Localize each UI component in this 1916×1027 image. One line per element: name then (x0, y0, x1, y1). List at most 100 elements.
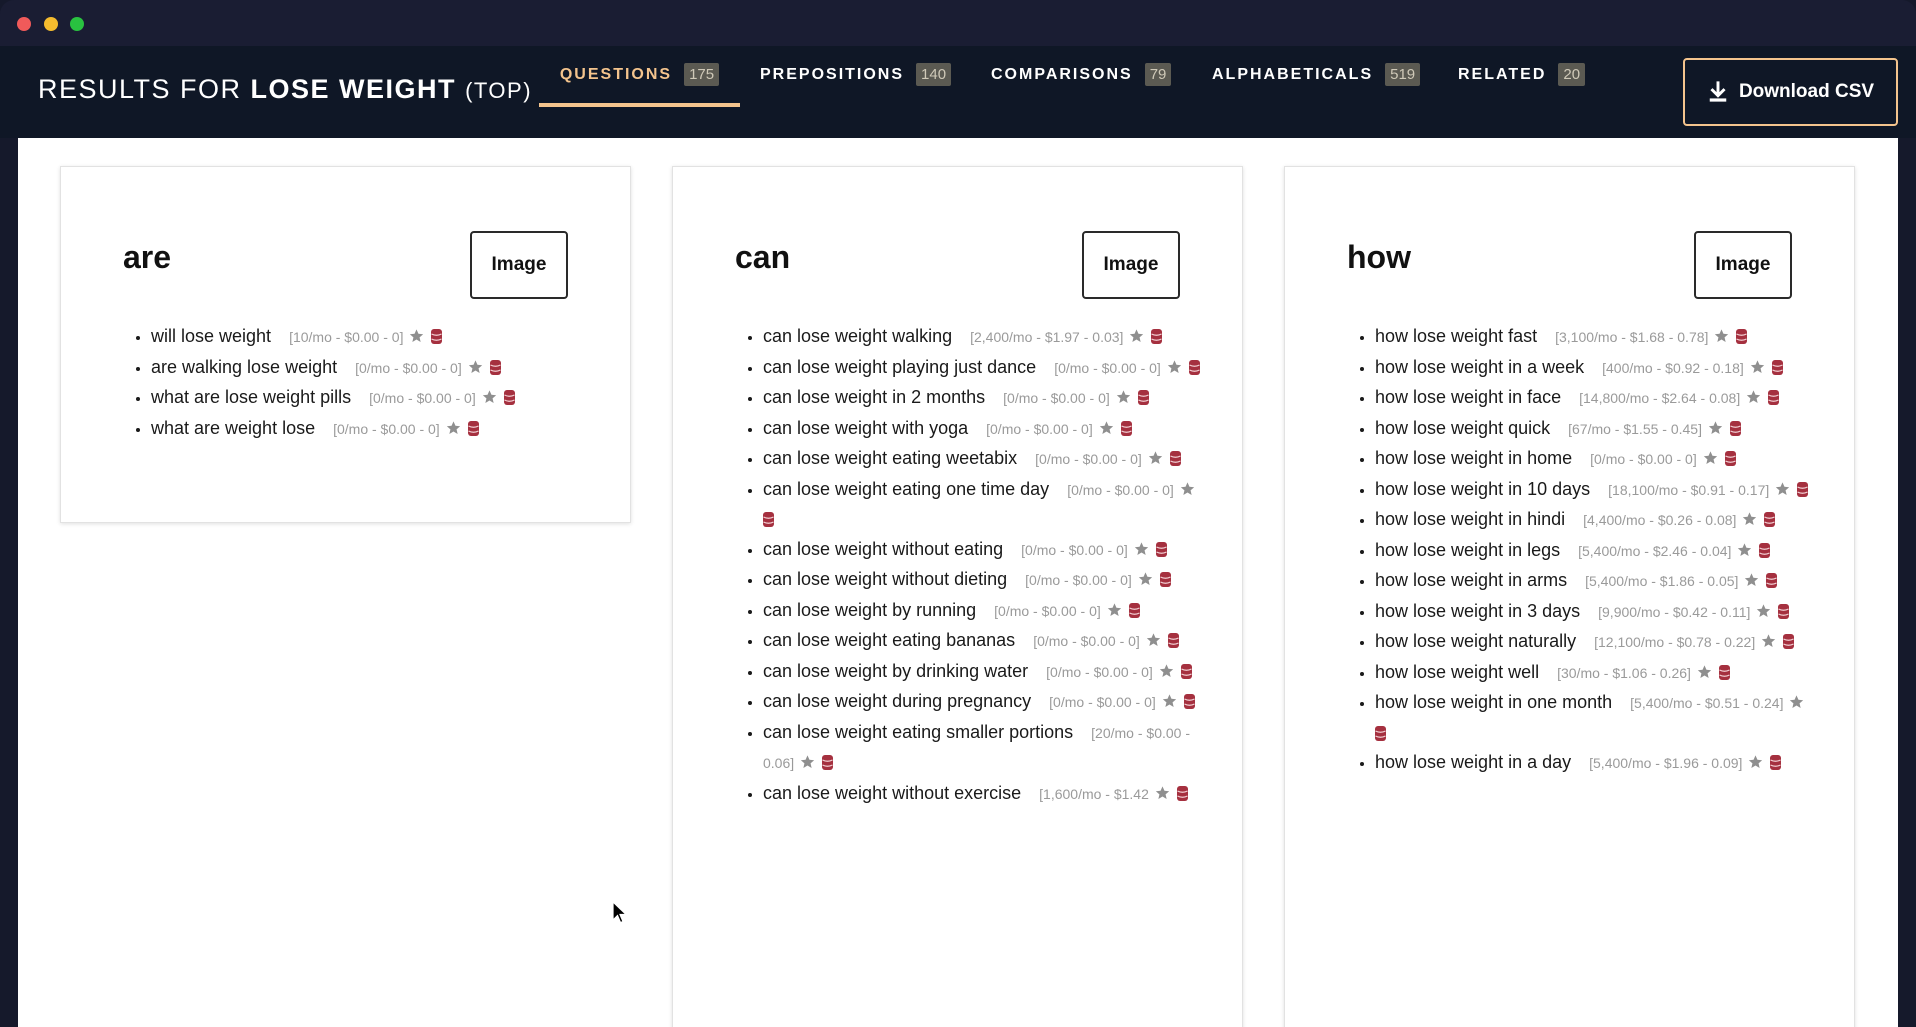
star-icon[interactable] (1736, 542, 1753, 558)
database-icon[interactable] (431, 329, 443, 344)
star-icon[interactable] (1179, 481, 1196, 497)
question-link[interactable]: can lose weight without dieting (763, 569, 1007, 589)
star-icon[interactable] (1713, 328, 1730, 344)
star-icon[interactable] (1115, 389, 1132, 405)
question-link[interactable]: can lose weight eating weetabix (763, 448, 1017, 468)
question-link[interactable]: can lose weight playing just dance (763, 357, 1036, 377)
question-link[interactable]: will lose weight (151, 326, 271, 346)
image-button[interactable]: Image (470, 231, 568, 299)
database-icon[interactable] (1718, 664, 1730, 680)
star-icon[interactable] (408, 328, 425, 344)
star-icon[interactable] (1161, 693, 1178, 709)
question-link[interactable]: how lose weight naturally (1375, 631, 1576, 651)
question-link[interactable]: can lose weight with yoga (763, 418, 968, 438)
star-icon[interactable] (1145, 632, 1162, 648)
database-icon[interactable] (1764, 512, 1776, 527)
question-link[interactable]: how lose weight in a day (1375, 752, 1571, 772)
image-button[interactable]: Image (1082, 231, 1180, 299)
database-icon[interactable] (1159, 572, 1171, 587)
database-icon[interactable] (822, 755, 834, 770)
results-content[interactable]: are Image will lose weight [10/mo - $0.00 -… (18, 138, 1898, 1027)
star-icon[interactable] (1702, 450, 1719, 466)
star-icon[interactable] (1166, 359, 1183, 375)
question-link[interactable]: can lose weight during pregnancy (763, 691, 1031, 711)
star-icon[interactable] (1749, 359, 1766, 375)
database-icon[interactable] (1120, 420, 1132, 436)
star-icon[interactable] (445, 420, 462, 436)
tab-comparisons[interactable]: COMPARISONS 79 (991, 46, 1172, 138)
zoom-window-button[interactable] (70, 17, 84, 31)
star-icon[interactable] (1106, 602, 1123, 618)
star-icon[interactable] (1788, 694, 1805, 710)
question-link[interactable]: how lose weight in arms (1375, 570, 1567, 590)
database-icon[interactable] (1778, 603, 1790, 619)
database-icon[interactable] (1188, 359, 1200, 375)
star-icon[interactable] (1747, 754, 1764, 770)
database-icon[interactable] (1183, 694, 1195, 709)
question-link[interactable]: can lose weight in 2 months (763, 387, 985, 407)
database-icon[interactable] (1736, 329, 1748, 344)
question-link[interactable]: how lose weight in a week (1375, 357, 1584, 377)
question-link[interactable]: how lose weight in home (1375, 448, 1572, 468)
database-icon[interactable] (1783, 634, 1795, 649)
star-icon[interactable] (1760, 633, 1777, 649)
database-icon[interactable] (467, 420, 479, 436)
database-icon[interactable] (1759, 542, 1771, 558)
database-icon[interactable] (1167, 633, 1179, 648)
question-link[interactable]: can lose weight without exercise (763, 783, 1021, 803)
tab-related[interactable]: RELATED 20 (1458, 46, 1586, 138)
database-icon[interactable] (1771, 359, 1783, 375)
question-link[interactable]: how lose weight fast (1375, 326, 1537, 346)
star-icon[interactable] (1755, 603, 1772, 619)
star-icon[interactable] (1147, 450, 1164, 466)
question-link[interactable]: how lose weight in legs (1375, 540, 1560, 560)
star-icon[interactable] (1743, 572, 1760, 588)
question-link[interactable]: what are lose weight pills (151, 387, 351, 407)
database-icon[interactable] (1766, 573, 1778, 588)
question-link[interactable]: are walking lose weight (151, 357, 337, 377)
question-link[interactable]: can lose weight by running (763, 600, 976, 620)
database-icon[interactable] (1176, 785, 1188, 801)
star-icon[interactable] (1707, 420, 1724, 436)
question-link[interactable]: what are weight lose (151, 418, 315, 438)
database-icon[interactable] (1137, 390, 1149, 405)
star-icon[interactable] (1696, 664, 1713, 680)
image-button[interactable]: Image (1694, 231, 1792, 299)
star-icon[interactable] (1137, 571, 1154, 587)
database-icon[interactable] (1797, 481, 1809, 497)
question-link[interactable]: can lose weight without eating (763, 539, 1003, 559)
question-link[interactable]: can lose weight walking (763, 326, 952, 346)
database-icon[interactable] (1375, 725, 1386, 741)
database-icon[interactable] (1151, 329, 1163, 344)
download-csv-button[interactable]: Download CSV (1683, 58, 1898, 126)
database-icon[interactable] (1128, 602, 1140, 618)
tab-prepositions[interactable]: PREPOSITIONS 140 (760, 46, 952, 138)
question-link[interactable]: can lose weight eating bananas (763, 630, 1015, 650)
question-link[interactable]: can lose weight by drinking water (763, 661, 1028, 681)
star-icon[interactable] (1098, 420, 1115, 436)
star-icon[interactable] (481, 389, 498, 405)
database-icon[interactable] (1729, 420, 1741, 436)
tab-questions[interactable]: QUESTIONS 175 (539, 46, 740, 138)
question-link[interactable]: how lose weight in hindi (1375, 509, 1565, 529)
tab-alphabeticals[interactable]: ALPHABETICALS 519 (1212, 46, 1421, 138)
star-icon[interactable] (1133, 541, 1150, 557)
question-link[interactable]: how lose weight in face (1375, 387, 1561, 407)
question-link[interactable]: can lose weight eating smaller portions (763, 722, 1073, 742)
database-icon[interactable] (1155, 541, 1167, 557)
close-window-button[interactable] (17, 17, 31, 31)
database-icon[interactable] (1770, 755, 1782, 770)
question-link[interactable]: how lose weight well (1375, 662, 1539, 682)
star-icon[interactable] (1154, 785, 1171, 801)
star-icon[interactable] (1774, 481, 1791, 497)
star-icon[interactable] (1741, 511, 1758, 527)
minimize-window-button[interactable] (44, 17, 58, 31)
star-icon[interactable] (1158, 663, 1175, 679)
star-icon[interactable] (467, 359, 484, 375)
database-icon[interactable] (489, 359, 501, 375)
question-link[interactable]: how lose weight in one month (1375, 692, 1612, 712)
question-link[interactable]: how lose weight quick (1375, 418, 1550, 438)
star-icon[interactable] (799, 754, 816, 770)
database-icon[interactable] (503, 390, 515, 405)
question-link[interactable]: can lose weight eating one time day (763, 479, 1049, 499)
